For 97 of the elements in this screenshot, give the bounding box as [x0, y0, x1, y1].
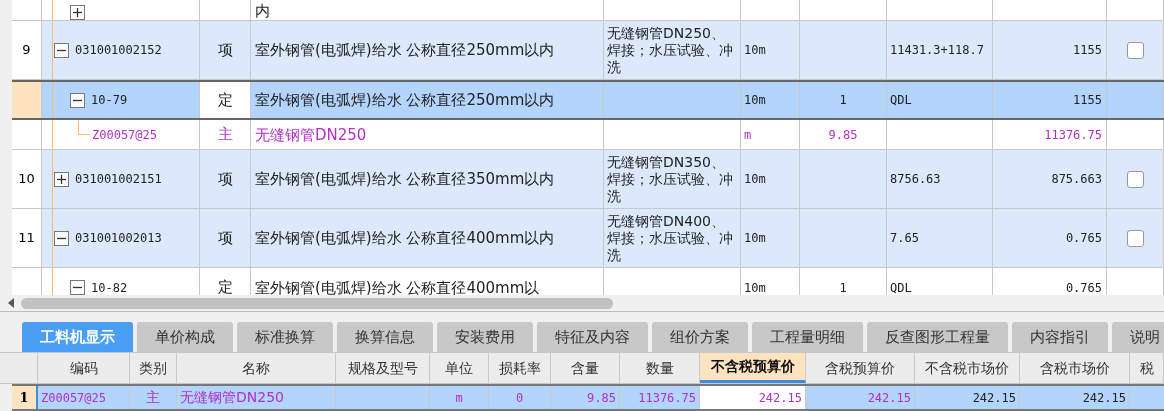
amount-cell-text: 875.663	[1051, 171, 1102, 188]
amount-cell-text: 0.765	[1065, 230, 1102, 247]
tab[interactable]: 说明	[1112, 322, 1164, 352]
checkbox[interactable]	[1126, 229, 1144, 247]
table-row[interactable]: 10 031001002151 项 室外钢管(电弧焊)给水 公称直径350mm以内 无缝钢管DN350、焊接；水压试验、冲洗 10m 8756.63 875.663	[12, 150, 1164, 209]
table-cell: 9.85	[551, 386, 620, 409]
table-row[interactable]: 11 031001002013 项 室外钢管(电弧焊)给水 公称直径400mm以内 无缝钢管DN400、焊接；水压试验、冲洗 10m 7.65 0.765	[12, 209, 1164, 268]
collapse-icon[interactable]	[54, 230, 69, 246]
column-header[interactable]: 名称	[177, 353, 336, 383]
collapse-icon[interactable]	[70, 280, 85, 295]
unit-cell-text: 10m	[744, 230, 766, 247]
feature-cell-text: 无缝钢管DN250、焊接；水压试验、冲洗	[607, 24, 734, 76]
amount-cell-text: 1155	[1073, 92, 1102, 109]
type-cell: 项	[200, 150, 251, 208]
column-header[interactable]: 单位	[430, 353, 489, 383]
expression-cell-text: 8756.63	[890, 171, 941, 188]
table-row[interactable]: 10-82 定 室外钢管(电弧焊)给水 公称直径400mm以 10m 1 QDL 0.765	[12, 268, 1164, 295]
unit-cell-text: 10m	[744, 42, 766, 59]
column-header[interactable]: 不含税预算价	[700, 353, 806, 383]
tab[interactable]: 特征及内容	[537, 322, 648, 352]
tree-connector	[78, 120, 90, 135]
expression-cell-text: QDL	[890, 279, 912, 295]
table-cell: 242.15	[1020, 386, 1130, 409]
name-cell-text: 室外钢管(电弧焊)给水 公称直径400mm以	[255, 278, 541, 295]
name-cell-text: 室外钢管(电弧焊)给水 公称直径400mm以内	[255, 229, 556, 247]
expression-cell-text: 7.65	[890, 230, 919, 247]
quantity-cell-text: 1	[839, 279, 847, 295]
row-header[interactable]: 1	[12, 386, 38, 409]
table-cell: 主	[130, 386, 177, 409]
column-header[interactable]: 损耗率	[489, 353, 551, 383]
code-cell-text: 10-82	[91, 279, 128, 295]
type-cell: 主	[200, 120, 251, 149]
collapse-icon[interactable]	[70, 92, 85, 108]
code-cell-text: 031001002013	[75, 230, 162, 247]
tab[interactable]: 换算信息	[337, 322, 433, 352]
checkbox[interactable]	[1126, 170, 1144, 188]
expression-cell-text: 11431.3+118.7	[890, 42, 984, 59]
code-cell-text: 031001002151	[75, 171, 162, 188]
collapse-icon[interactable]	[54, 42, 69, 58]
expand-icon[interactable]	[54, 171, 69, 187]
tree-line	[52, 82, 53, 118]
amount-cell-text: 11376.75	[1044, 126, 1102, 144]
table-cell: 无缝钢管DN250	[177, 386, 336, 409]
tab[interactable]: 反查图形工程量	[867, 322, 1008, 352]
tab[interactable]: 内容指引	[1012, 322, 1108, 352]
name-cell-text: 无缝钢管DN250	[255, 125, 368, 144]
column-header[interactable]: 税	[1130, 353, 1164, 383]
table-cell: 242.15	[700, 386, 806, 409]
tab[interactable]: 标准换算	[237, 322, 333, 352]
table-cell: Z00057@25	[38, 386, 130, 409]
code-cell-text: Z00057@25	[92, 126, 158, 144]
row-header[interactable]: 11	[12, 209, 42, 267]
row-header[interactable]: 9	[12, 21, 42, 79]
column-header[interactable]: 含税市场价	[1020, 353, 1130, 383]
row-header[interactable]: 10	[12, 150, 42, 208]
tab[interactable]: 组价方案	[652, 322, 748, 352]
code-cell-text: 031001002152	[75, 42, 162, 59]
unit-cell-text: 10m	[744, 92, 766, 109]
feature-cell-text: 无缝钢管DN350、焊接；水压试验、冲洗	[607, 153, 734, 205]
name-cell-text: 室外钢管(电弧焊)给水 公称直径250mm以内	[255, 91, 556, 109]
table-row[interactable]: 1 Z00057@25 主 无缝钢管DN250 m 0 9.85 11376.75 242.15 242.15 242.15 242.15	[12, 384, 1164, 411]
quantity-cell-text: 9.85	[828, 126, 858, 144]
unit-cell-text: m	[744, 126, 752, 144]
table-row[interactable]: 内	[12, 0, 1164, 21]
tab[interactable]: 单价构成	[137, 322, 233, 352]
amount-cell-text: 1155	[1073, 42, 1102, 59]
column-header[interactable]: 含量	[551, 353, 620, 383]
scroll-left-icon[interactable]	[8, 298, 15, 308]
tab[interactable]: 工程量明细	[752, 322, 863, 352]
column-header[interactable]: 编码	[38, 353, 130, 383]
expand-icon[interactable]	[70, 5, 85, 20]
name-cell-text: 室外钢管(电弧焊)给水 公称直径350mm以内	[255, 170, 556, 188]
expression-cell-text: QDL	[890, 92, 912, 109]
code-cell-text: 10-79	[91, 92, 128, 109]
unit-cell-text: 10m	[744, 279, 766, 295]
tab[interactable]: 安装费用	[437, 322, 533, 352]
quantity-cell-text: 1	[839, 92, 847, 109]
table-cell: 0	[489, 386, 551, 409]
column-header[interactable]: 不含税市场价	[915, 353, 1020, 383]
table-row[interactable]: Z00057@25 主 无缝钢管DN250 m 9.85 11376.75	[12, 120, 1164, 150]
feature-cell-text: 无缝钢管DN400、焊接；水压试验、冲洗	[607, 212, 734, 264]
name-cell-text: 内	[255, 2, 271, 20]
table-row[interactable]: 9 031001002152 项 室外钢管(电弧焊)给水 公称直径250mm以内 无缝钢管DN250、焊接；水压试验、冲洗 10m 11431.3+118.7 1155	[12, 21, 1164, 80]
table-cell: m	[430, 386, 489, 409]
table-row[interactable]: 10-79 定 室外钢管(电弧焊)给水 公称直径250mm以内 10m 1 QDL 1155	[12, 80, 1164, 120]
type-cell: 项	[200, 209, 251, 267]
table-cell: 242.15	[915, 386, 1020, 409]
column-header[interactable]: 规格及型号	[336, 353, 430, 383]
type-cell: 定	[200, 82, 251, 118]
amount-cell-text: 0.765	[1065, 279, 1102, 295]
table-cell: 242.15	[806, 386, 915, 409]
unit-cell-text: 10m	[744, 171, 766, 188]
column-header[interactable]: 类别	[130, 353, 177, 383]
checkbox[interactable]	[1126, 41, 1144, 59]
type-cell: 项	[200, 21, 251, 79]
column-header[interactable]: 含税预算价	[806, 353, 915, 383]
name-cell-text: 室外钢管(电弧焊)给水 公称直径250mm以内	[255, 41, 556, 59]
